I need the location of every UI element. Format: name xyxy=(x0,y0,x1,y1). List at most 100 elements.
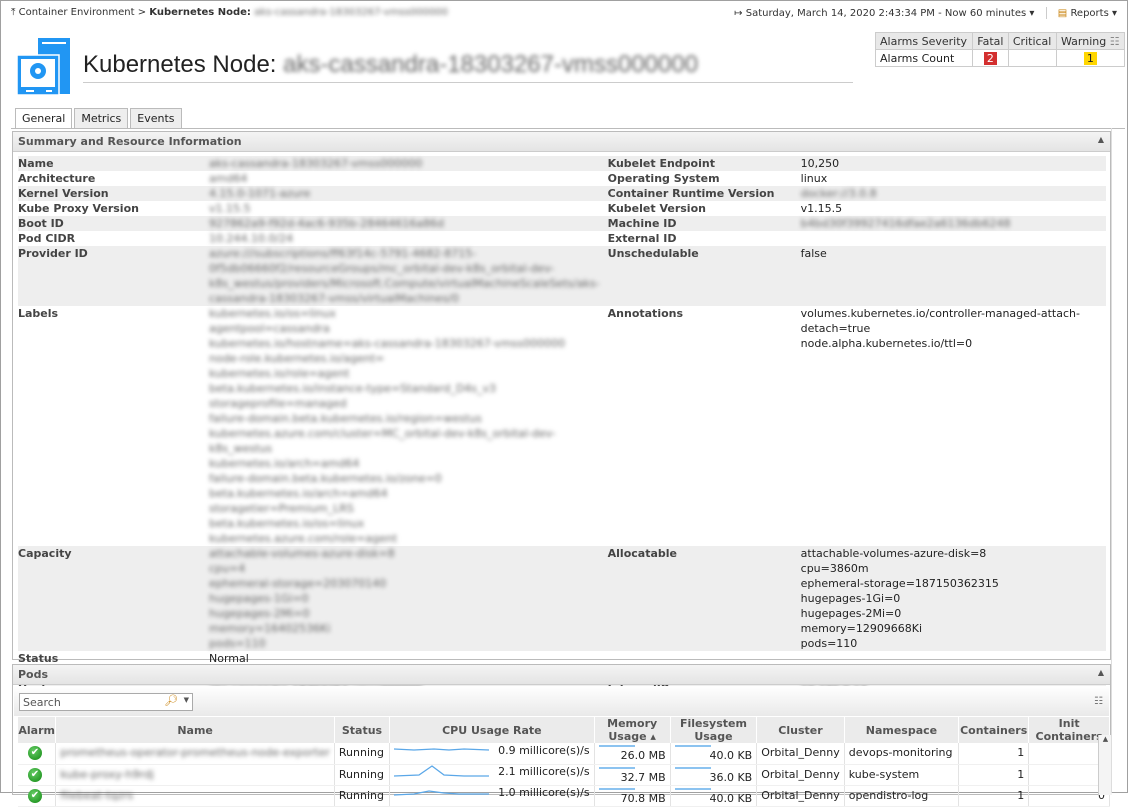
pod-cluster: Orbital_Denny xyxy=(756,764,845,786)
field-value-text: volumes.kubernetes.io/controller-managed… xyxy=(800,307,1080,350)
field-value-text: kubernetes.io/os=linux agentpool=cassand… xyxy=(209,307,566,545)
column-header[interactable]: Name xyxy=(55,717,335,743)
field-value-text: linux xyxy=(800,172,828,185)
ok-status-icon[interactable]: ✔ xyxy=(28,767,42,782)
column-header[interactable]: Cluster xyxy=(756,717,845,743)
fatal-count-badge[interactable]: 2 xyxy=(983,51,997,65)
field-value-text: v1.15.5 xyxy=(800,202,843,215)
pod-ns: opendistro-log xyxy=(844,785,960,807)
field-value-text: aks-cassandra-18303267-vmss000000 xyxy=(209,157,423,170)
cpu-usage-cell: 1.0 millicore(s)/s xyxy=(389,785,595,807)
pod-ns: kube-system xyxy=(844,764,960,786)
column-header[interactable]: CPU Usage Rate xyxy=(389,717,595,743)
field-value-text: v1.15.5 xyxy=(209,202,251,215)
tab-events[interactable]: Events xyxy=(130,108,182,128)
field-label-text: Boot ID xyxy=(18,217,64,230)
summary-row: Capacity attachable-volumes-azure-disk=8 … xyxy=(18,546,1106,651)
search-input[interactable]: Search 🔎︎ ▼ xyxy=(19,693,193,711)
usage-value: 40.0 KB xyxy=(709,749,753,762)
field-label-text: Pod CIDR xyxy=(18,232,76,245)
summary-row: Kernel Version 4.15.0-1071-azure Container… xyxy=(18,186,1106,201)
field-value-text: azure:///subscriptions/ff63f14c-5791-468… xyxy=(209,247,600,305)
chevron-down-icon[interactable]: ▼ xyxy=(184,696,189,704)
field-label-text: Allocatable xyxy=(607,547,677,560)
pod-name[interactable]: filebeat-tqzrs xyxy=(55,785,335,807)
field-label: Operating System xyxy=(608,171,801,186)
alarm-cell: ✔ xyxy=(18,743,57,765)
field-label: Architecture xyxy=(18,171,209,186)
field-value: v1.15.5 xyxy=(209,201,608,216)
field-label-text: Kubelet Version xyxy=(607,202,706,215)
table-row[interactable]: ✔ kube-proxy-h9rdj Running 2.1 millicore(s)… xyxy=(18,764,1110,786)
field-label-text: Kernel Version xyxy=(18,187,109,200)
field-value: amd64 xyxy=(209,171,608,186)
field-value: volumes.kubernetes.io/controller-managed… xyxy=(801,306,1106,546)
breadcrumb-parent[interactable]: Container Environment xyxy=(19,7,135,18)
pod-cluster: Orbital_Denny xyxy=(756,785,845,807)
field-label: Boot ID xyxy=(18,216,209,231)
pod-name[interactable]: prometheus-operator-prometheus-node-expo… xyxy=(55,743,335,765)
search-placeholder: Search xyxy=(23,696,61,709)
field-value xyxy=(801,231,1106,246)
field-label-text: Labels xyxy=(18,307,59,320)
column-header[interactable]: Containers xyxy=(958,717,1030,743)
field-value: b4bd30f39927416dfae2a6136db6248 xyxy=(801,216,1106,231)
field-label-text: Annotations xyxy=(607,307,684,320)
field-label: Provider ID xyxy=(18,246,209,306)
warning-count[interactable]: 1 xyxy=(1055,49,1126,67)
field-value: 10.244.10.0/24 xyxy=(209,231,608,246)
time-range-selector[interactable]: ↦ Saturday, March 14, 2020 2:43:34 PM - … xyxy=(734,8,1034,19)
field-value-text: 10,250 xyxy=(800,157,840,170)
usage-sparkline xyxy=(598,745,635,747)
filesystem-usage-cell: 40.0 KB xyxy=(670,743,758,765)
reports-button[interactable]: ▤ Reports ▾ xyxy=(1058,8,1117,19)
field-label: Container Runtime Version xyxy=(608,186,801,201)
collapse-icon[interactable]: ▲ xyxy=(1098,135,1104,144)
column-header[interactable]: Alarm xyxy=(18,717,57,743)
column-header[interactable]: Namespace xyxy=(844,717,960,743)
pod-name[interactable]: kube-proxy-h9rdj xyxy=(55,764,335,786)
breadcrumb: ⤒ Container Environment > Kubernetes Nod… xyxy=(11,7,449,18)
pods-panel-header[interactable]: Pods ▲ xyxy=(13,665,1110,685)
usage-value: 32.7 MB xyxy=(620,770,666,784)
usage-value: 26.0 MB xyxy=(620,749,666,762)
page-title-prefix: Kubernetes Node: xyxy=(83,51,277,78)
time-range-label: Saturday, March 14, 2020 2:43:34 PM - No… xyxy=(745,8,1027,19)
pods-panel: Pods ▲ Search 🔎︎ ▼ ☷ Alarm Name Status CPU … xyxy=(12,664,1112,807)
usage-sparkline xyxy=(674,745,711,747)
summary-panel: Summary and Resource Information ▲ Name a… xyxy=(12,131,1111,696)
field-label: Kernel Version xyxy=(18,186,209,201)
filesystem-usage-cell: 40.0 KB xyxy=(670,785,758,807)
column-menu-icon[interactable]: ☷ xyxy=(1110,35,1120,48)
summary-panel-header[interactable]: Summary and Resource Information ▲ xyxy=(13,132,1110,152)
field-label: Labels xyxy=(18,306,209,546)
summary-row: Boot ID 927862a9-f92d-4ac6-935b-28464616a… xyxy=(18,216,1106,231)
column-header[interactable]: Filesystem Usage xyxy=(670,717,758,743)
table-row[interactable]: ✔ filebeat-tqzrs Running 1.0 millicore(s)/s… xyxy=(18,785,1110,807)
usage-value: 40.0 KB xyxy=(709,791,753,805)
field-value: docker://3.0.8 xyxy=(801,186,1106,201)
column-header[interactable]: Status xyxy=(334,717,391,743)
ok-status-icon[interactable]: ✔ xyxy=(28,788,42,803)
summary-row: Architecture amd64 Operating System linux xyxy=(18,171,1106,186)
search-icon[interactable]: 🔎︎ xyxy=(164,694,178,707)
warning-count-badge[interactable]: 1 xyxy=(1083,51,1097,65)
pod-containers: 1 xyxy=(958,764,1030,786)
ok-status-icon[interactable]: ✔ xyxy=(28,746,42,760)
table-row[interactable]: ✔ prometheus-operator-prometheus-node-exp… xyxy=(18,743,1110,765)
collapse-icon[interactable]: ▲ xyxy=(1098,668,1104,677)
field-value: attachable-volumes-azure-disk=8 cpu=4 ep… xyxy=(209,546,608,651)
critical-count[interactable] xyxy=(1007,49,1057,67)
alarms-summary-table: Alarms Severity Fatal Critical Warning ☷… xyxy=(874,32,1126,67)
pods-table-scrollbar[interactable]: ▲ xyxy=(1098,735,1112,795)
column-menu-icon[interactable]: ☷ xyxy=(1094,696,1103,707)
cpu-usage-value: 2.1 millicore(s)/s xyxy=(498,765,590,778)
field-label: Allocatable xyxy=(608,546,801,651)
page-scrollbar[interactable] xyxy=(1111,128,1125,793)
field-label-text: Name xyxy=(18,157,54,170)
tab-general[interactable]: General xyxy=(15,108,73,129)
fatal-count[interactable]: 2 xyxy=(972,49,1009,67)
tab-metrics[interactable]: Metrics xyxy=(74,108,129,128)
column-header[interactable]: Memory Usage ▴ xyxy=(594,717,671,743)
up-arrow-icon[interactable]: ⤒ xyxy=(11,7,15,18)
